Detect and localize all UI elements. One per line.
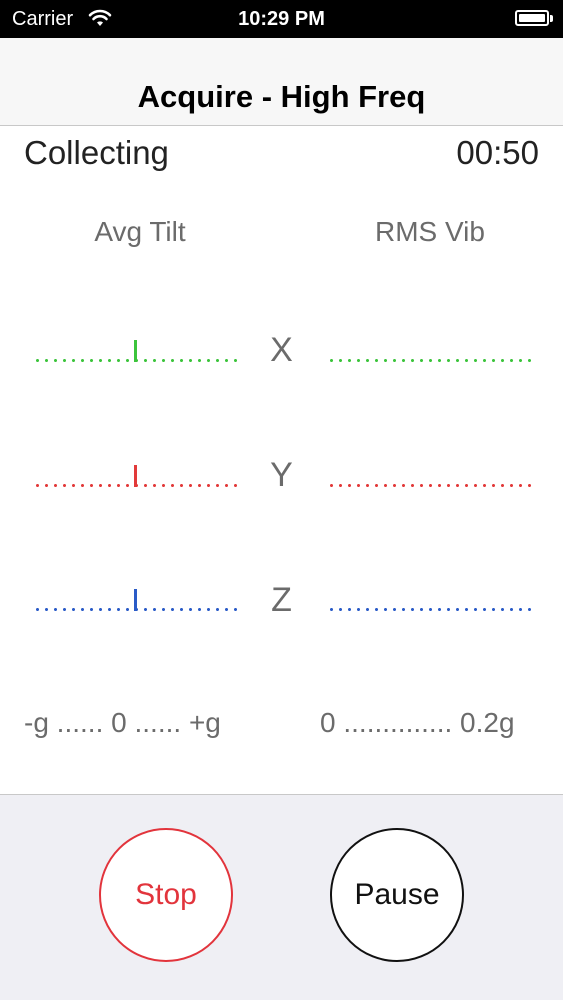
bottom-toolbar bbox=[0, 794, 563, 1000]
page-title: Acquire - High Freq bbox=[137, 79, 426, 114]
navigation-bar: Acquire - High Freq bbox=[0, 38, 563, 126]
avg-tilt-header: Avg Tilt bbox=[94, 216, 186, 247]
pause-button[interactable]: Pause bbox=[330, 828, 464, 962]
y-vib-scale-dots bbox=[327, 484, 532, 487]
z-vib-scale-dots bbox=[327, 608, 532, 611]
z-vib-meter bbox=[327, 587, 532, 617]
y-vib-meter bbox=[327, 463, 532, 493]
stop-button[interactable]: Stop bbox=[99, 828, 233, 962]
rms-vib-header: RMS Vib bbox=[375, 216, 485, 247]
x-vib-scale-dots bbox=[327, 359, 532, 362]
battery-icon bbox=[515, 10, 549, 26]
status-bar: Carrier 10:29 PM bbox=[0, 0, 563, 38]
vib-scale-legend: 0 .............. 0.2g bbox=[320, 707, 515, 738]
elapsed-timer: 00:50 bbox=[456, 134, 539, 171]
battery-tip bbox=[550, 15, 553, 22]
x-vib-meter bbox=[327, 338, 532, 368]
collection-state: Collecting bbox=[24, 134, 169, 171]
tilt-scale-legend: -g ...... 0 ...... +g bbox=[24, 707, 221, 738]
clock: 10:29 PM bbox=[238, 8, 325, 30]
